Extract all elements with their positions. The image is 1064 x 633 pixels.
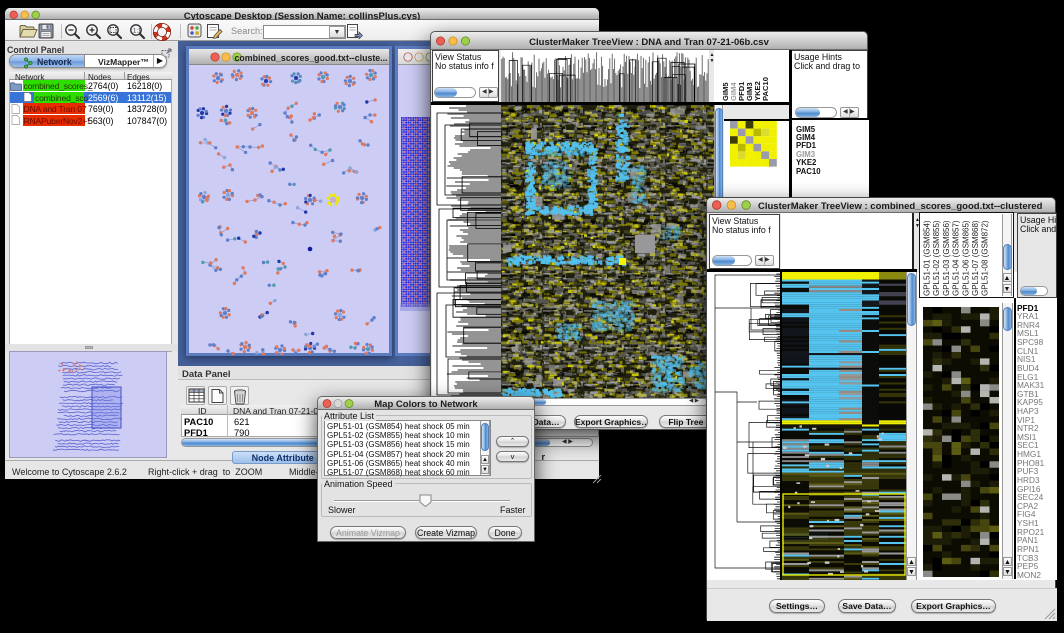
svg-text:GPL51-01 (GSM854): GPL51-01 (GSM854) (923, 220, 932, 296)
svg-text:GPL51-04 (GSM857): GPL51-04 (GSM857) (952, 220, 961, 296)
svg-text:GPL51-07 (GSM868): GPL51-07 (GSM868) (971, 220, 980, 296)
svg-text:PAC10: PAC10 (761, 77, 770, 101)
svg-text:GPL51-06 (GSM865): GPL51-06 (GSM865) (961, 220, 970, 296)
svg-text:GPL51-02 (GSM855): GPL51-02 (GSM855) (932, 220, 941, 296)
svg-text:1:1: 1:1 (133, 29, 142, 35)
svg-text:GPL51-03 (GSM856): GPL51-03 (GSM856) (942, 220, 951, 296)
svg-text:GPL51-08 (GSM872): GPL51-08 (GSM872) (981, 220, 990, 296)
